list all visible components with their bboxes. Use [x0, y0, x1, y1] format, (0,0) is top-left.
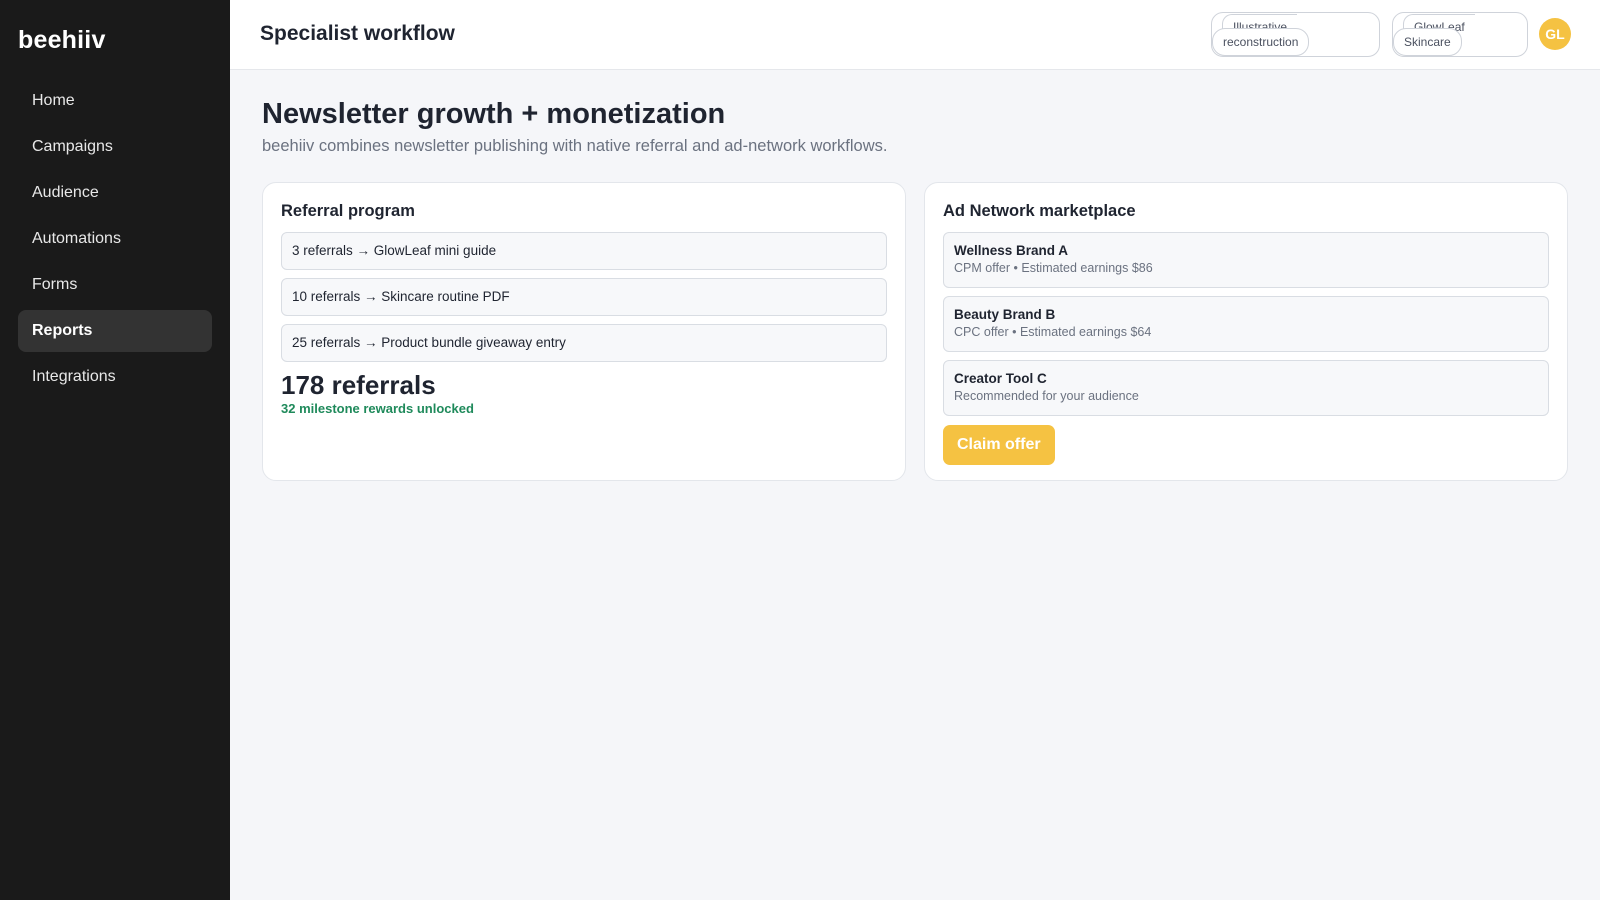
offer-detail: CPM offer • Estimated earnings $86	[954, 261, 1153, 275]
sidebar: beehiiv Home Campaigns Audience Automati…	[0, 0, 230, 900]
list-item: 3 referrals → GlowLeaf mini guide	[281, 232, 887, 270]
sidebar-item-automations[interactable]: Automations	[18, 218, 212, 260]
sidebar-item-campaigns[interactable]: Campaigns	[18, 126, 212, 168]
brand-logo[interactable]: beehiiv	[18, 0, 212, 80]
offer-item[interactable]: Creator Tool C Recommended for your audi…	[943, 360, 1549, 416]
card-title: Referral program	[281, 202, 415, 220]
page-subtitle: beehiiv combines newsletter publishing w…	[262, 137, 888, 155]
referral-count: 178 referrals	[281, 370, 436, 400]
sidebar-item-forms[interactable]: Forms	[18, 264, 212, 306]
referral-card: Referral program 3 referrals → GlowLeaf …	[262, 182, 906, 481]
sidebar-item-integrations[interactable]: Integrations	[18, 356, 212, 398]
brand-chip[interactable]: GlowLeaf Skincare	[1392, 12, 1528, 57]
list-item: 10 referrals → Skincare routine PDF	[281, 278, 887, 316]
chip-line2: reconstruction	[1212, 28, 1310, 56]
offer-detail: CPC offer • Estimated earnings $64	[954, 325, 1152, 339]
rewards-note: 32 milestone rewards unlocked	[281, 401, 474, 416]
top-bar: Specialist workflow Illustrative reconst…	[230, 0, 1600, 70]
offer-item[interactable]: Wellness Brand A CPM offer • Estimated e…	[943, 232, 1549, 288]
sidebar-nav: Home Campaigns Audience Automations Form…	[18, 80, 212, 398]
offer-list: Wellness Brand A CPM offer • Estimated e…	[943, 232, 1549, 416]
list-item: 25 referrals → Product bundle giveaway e…	[281, 324, 887, 362]
sidebar-item-home[interactable]: Home	[18, 80, 212, 122]
offer-item[interactable]: Beauty Brand B CPC offer • Estimated ear…	[943, 296, 1549, 352]
cards-row: Referral program 3 referrals → GlowLeaf …	[262, 182, 1568, 482]
avatar[interactable]: GL	[1539, 18, 1571, 50]
reconstruction-chip[interactable]: Illustrative reconstruction	[1211, 12, 1380, 57]
header-title: Specialist workflow	[260, 22, 455, 45]
offer-name: Wellness Brand A	[954, 243, 1069, 258]
sidebar-item-audience[interactable]: Audience	[18, 172, 212, 214]
main-content: Newsletter growth + monetization beehiiv…	[262, 70, 1570, 481]
claim-offer-button[interactable]: Claim offer	[943, 425, 1055, 465]
milestone-list: 3 referrals → GlowLeaf mini guide 10 ref…	[281, 232, 887, 362]
offer-name: Creator Tool C	[954, 371, 1047, 386]
offer-name: Beauty Brand B	[954, 307, 1056, 322]
sidebar-item-reports[interactable]: Reports	[18, 310, 212, 352]
chip-line2: Skincare	[1393, 28, 1462, 56]
page-title: Newsletter growth + monetization	[262, 98, 726, 130]
card-title: Ad Network marketplace	[943, 202, 1136, 220]
ad-network-card: Ad Network marketplace Wellness Brand A …	[924, 182, 1568, 481]
offer-detail: Recommended for your audience	[954, 389, 1139, 403]
